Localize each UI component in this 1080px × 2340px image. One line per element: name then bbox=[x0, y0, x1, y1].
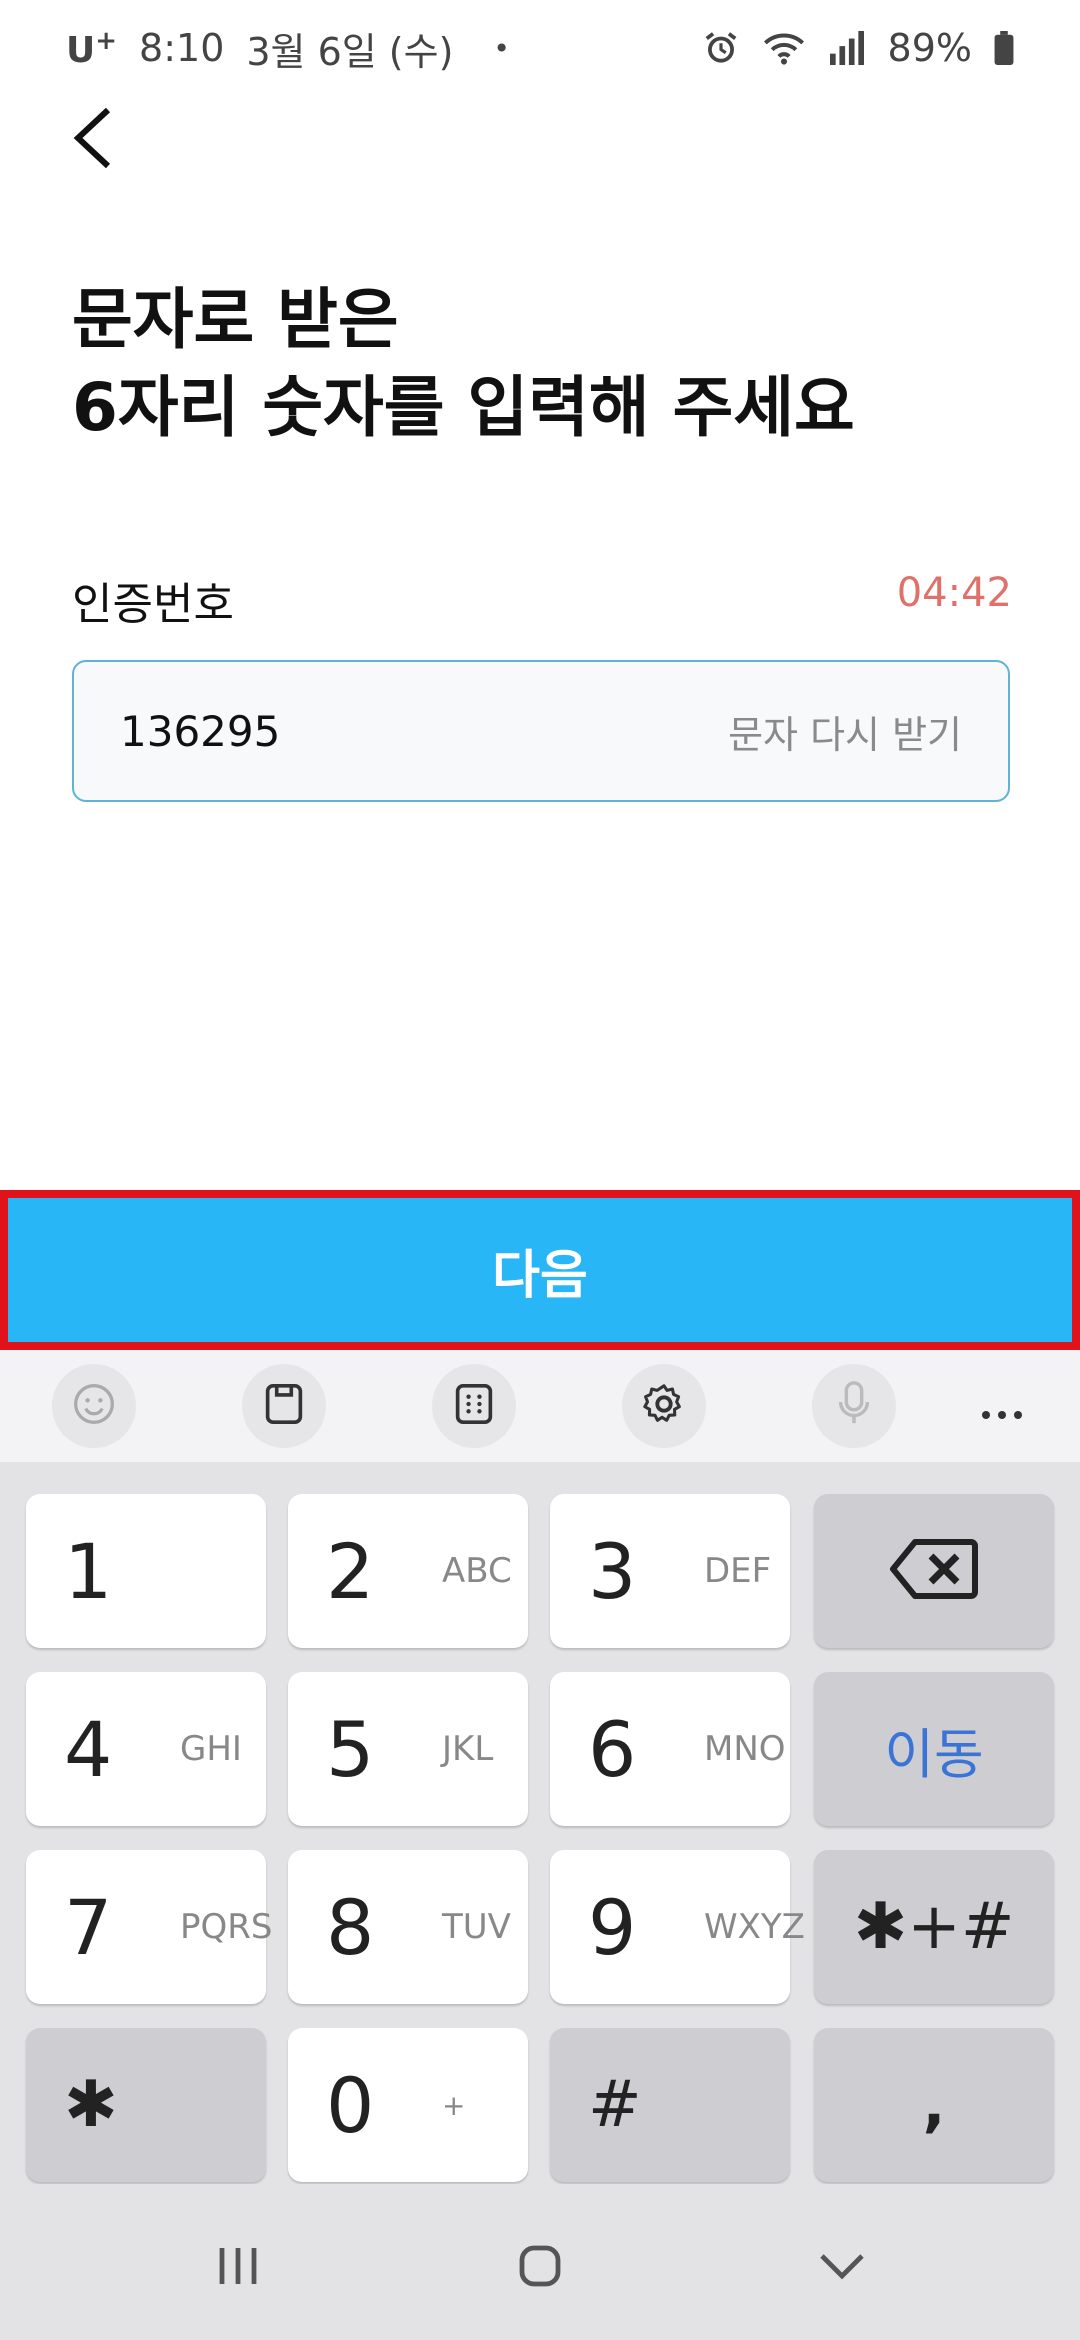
home-button[interactable] bbox=[492, 2220, 588, 2316]
emoji-icon bbox=[72, 1382, 116, 1430]
settings-button[interactable] bbox=[622, 1364, 706, 1448]
recents-button[interactable] bbox=[190, 2220, 286, 2316]
carrier: U+ bbox=[66, 25, 118, 71]
verification-code-label: 인증번호 bbox=[72, 579, 234, 630]
numeric-keyboard: 1 2 ABC 3 DEF 4 GHI 5 JKL 6 MNO 이동 7 PQR… bbox=[0, 1462, 1080, 2184]
key-3[interactable]: 3 DEF bbox=[550, 1494, 790, 1648]
backspace-key[interactable] bbox=[814, 1494, 1054, 1648]
gear-icon bbox=[641, 1381, 687, 1431]
symbols-key[interactable]: ✱+# bbox=[814, 1850, 1054, 2004]
key-4[interactable]: 4 GHI bbox=[26, 1672, 266, 1826]
battery-percent: 89% bbox=[887, 26, 972, 70]
keyboard-toolbar bbox=[0, 1350, 1080, 1462]
title-line-1: 문자로 받은 bbox=[72, 281, 399, 358]
key-1[interactable]: 1 bbox=[26, 1494, 266, 1648]
battery-icon bbox=[994, 31, 1014, 65]
status-date: 3월 6일 (수) bbox=[246, 29, 454, 74]
move-key[interactable]: 이동 bbox=[814, 1672, 1054, 1826]
back-nav-button[interactable] bbox=[794, 2220, 890, 2316]
key-5[interactable]: 5 JKL bbox=[288, 1672, 528, 1826]
wifi-icon bbox=[762, 29, 806, 67]
status-dot: • bbox=[493, 31, 510, 65]
backspace-icon bbox=[889, 1538, 979, 1604]
key-star[interactable]: ✱ bbox=[26, 2028, 266, 2182]
keypad-icon bbox=[454, 1382, 494, 1430]
status-left: U+ 8:10 3월 6일 (수) • bbox=[66, 21, 510, 76]
signal-icon bbox=[828, 31, 866, 65]
key-7[interactable]: 7 PQRS bbox=[26, 1850, 272, 2004]
more-button[interactable] bbox=[960, 1364, 1044, 1448]
clipboard-icon bbox=[264, 1382, 304, 1430]
status-bar: U+ 8:10 3월 6일 (수) • 89% bbox=[0, 0, 1080, 96]
chevron-down-icon bbox=[818, 2252, 866, 2284]
keypad-button[interactable] bbox=[432, 1364, 516, 1448]
resend-sms-link[interactable]: 문자 다시 받기 bbox=[728, 704, 962, 759]
home-icon bbox=[518, 2244, 562, 2292]
verification-code-value: 136295 bbox=[120, 706, 281, 756]
page-title: 문자로 받은 6자리 숫자를 입력해 주세요 bbox=[72, 276, 1012, 452]
key-2[interactable]: 2 ABC bbox=[288, 1494, 528, 1648]
verification-code-input[interactable]: 136295 문자 다시 받기 bbox=[72, 660, 1010, 802]
key-hash[interactable]: # bbox=[550, 2028, 790, 2182]
next-button[interactable]: 다음 bbox=[0, 1190, 1080, 1350]
status-right: 89% bbox=[702, 26, 1014, 70]
recents-icon bbox=[216, 2246, 260, 2290]
voice-input-button[interactable] bbox=[812, 1364, 896, 1448]
key-8[interactable]: 8 TUV bbox=[288, 1850, 528, 2004]
countdown-timer: 04:42 bbox=[896, 570, 1012, 616]
microphone-icon bbox=[836, 1381, 872, 1431]
key-6[interactable]: 6 MNO bbox=[550, 1672, 790, 1826]
chevron-left-icon bbox=[70, 106, 114, 174]
emoji-button[interactable] bbox=[52, 1364, 136, 1448]
title-line-2: 6자리 숫자를 입력해 주세요 bbox=[72, 369, 855, 446]
navigation-bar bbox=[0, 2184, 1080, 2340]
clipboard-button[interactable] bbox=[242, 1364, 326, 1448]
key-comma[interactable]: , bbox=[814, 2028, 1054, 2182]
key-0[interactable]: 0 + bbox=[288, 2028, 528, 2182]
more-icon bbox=[980, 1381, 1024, 1432]
status-time: 8:10 bbox=[139, 26, 225, 70]
key-9[interactable]: 9 WXYZ bbox=[550, 1850, 805, 2004]
alarm-icon bbox=[702, 29, 740, 67]
back-button[interactable] bbox=[52, 100, 132, 180]
